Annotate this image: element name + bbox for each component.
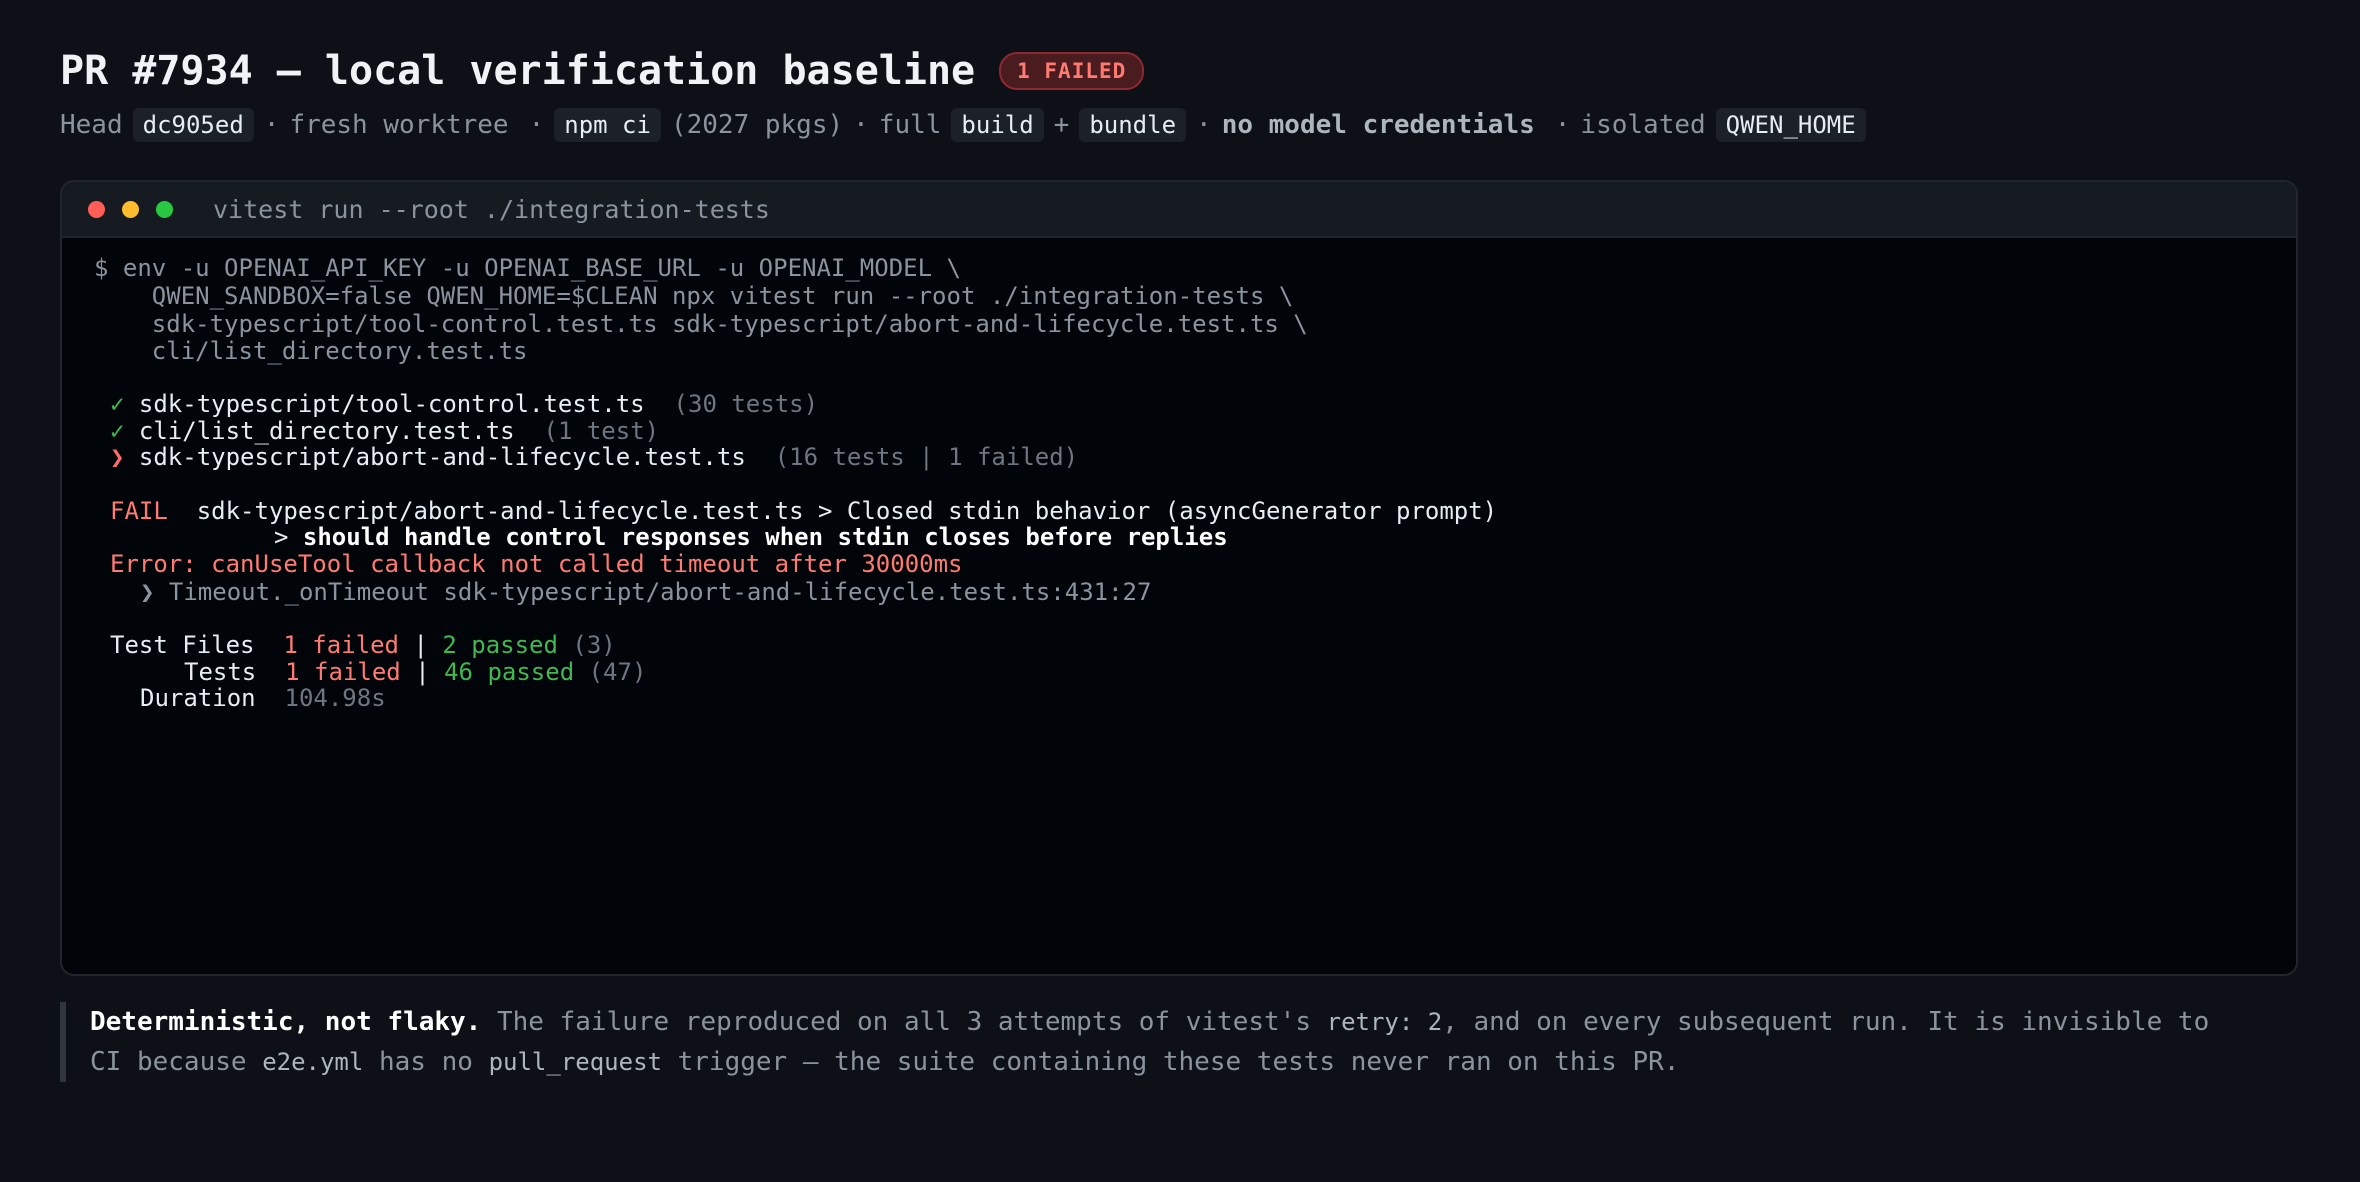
head-label: Head <box>60 110 123 140</box>
test-name: should handle control responses when std… <box>302 523 1228 551</box>
build-code: build <box>951 108 1044 142</box>
separator: · <box>853 110 869 140</box>
head-sha: dc905ed <box>132 108 254 142</box>
result-file: sdk-typescript/tool-control.test.ts <box>138 390 645 418</box>
separator: · <box>528 110 545 140</box>
npm-ci-code: npm ci <box>554 108 661 142</box>
note-callout: Deterministic, not flaky. The failure re… <box>60 1002 2240 1082</box>
maximize-dot-icon[interactable] <box>156 200 173 218</box>
duration-value: 104.98s <box>284 684 386 712</box>
terminal-title: vitest run --root ./integration-tests <box>213 194 770 224</box>
files-separator: | <box>413 631 428 659</box>
note-text: has no <box>363 1047 489 1077</box>
fail-label: FAIL <box>110 497 168 525</box>
note-lead: Deterministic, not flaky. <box>90 1007 482 1037</box>
stack-trace: ❯ Timeout._onTimeout sdk-typescript/abor… <box>140 578 1152 606</box>
separator: · <box>263 110 280 140</box>
page: PR #7934 — local verification baseline 1… <box>0 0 2360 1182</box>
inline-code: pull_request <box>488 1048 662 1076</box>
pkgs-count: (2027 pkgs) <box>670 110 844 140</box>
isolated-text: isolated <box>1580 110 1706 140</box>
full-text: full <box>878 110 942 140</box>
terminal-window: vitest run --root ./integration-tests $ … <box>60 180 2298 976</box>
no-credentials-text: no model credentials <box>1221 110 1535 140</box>
note-text: The failure reproduced on all 3 attempts… <box>481 1007 1327 1037</box>
title-row: PR #7934 — local verification baseline 1… <box>60 48 1145 94</box>
files-label: Test Files <box>110 631 255 659</box>
files-total: (3) <box>572 631 616 659</box>
tests-total: (47) <box>588 658 647 686</box>
tests-passed: 46 passed <box>444 658 575 686</box>
result-count: (30 tests) <box>673 390 819 418</box>
chevron-right-icon: ❯ <box>110 443 125 471</box>
tests-separator: | <box>415 658 430 686</box>
minimize-dot-icon[interactable] <box>122 200 139 218</box>
result-file: sdk-typescript/abort-and-lifecycle.test.… <box>138 443 746 471</box>
inline-code: e2e.yml <box>262 1048 364 1076</box>
separator: · <box>1196 110 1212 140</box>
terminal-titlebar: vitest run --root ./integration-tests <box>62 182 2296 238</box>
terminal-output: $ env -u OPENAI_API_KEY -u OPENAI_BASE_U… <box>62 238 2296 974</box>
files-passed: 2 passed <box>442 631 558 659</box>
files-failed: 1 failed <box>283 631 399 659</box>
command-line: cli/list_directory.test.ts <box>94 337 528 365</box>
meta-row: Head dc905ed · fresh worktree · npm ci (… <box>60 108 1866 142</box>
separator: · <box>1554 110 1571 140</box>
summary-duration: Duration 104.98s <box>140 682 386 714</box>
close-dot-icon[interactable] <box>88 200 105 218</box>
worktree-text: fresh worktree <box>289 110 509 140</box>
plus-text: + <box>1053 110 1070 140</box>
result-row: ❯ sdk-typescript/abort-and-lifecycle.tes… <box>110 441 1078 473</box>
bundle-code: bundle <box>1079 108 1187 142</box>
test-prefix: > <box>274 523 289 551</box>
check-icon: ✓ <box>110 390 125 418</box>
note-text: trigger — the suite containing these tes… <box>661 1047 1680 1077</box>
result-count: (16 tests | 1 failed) <box>774 443 1079 471</box>
qwen-home-code: QWEN_HOME <box>1715 108 1866 142</box>
page-title: PR #7934 — local verification baseline <box>60 48 976 94</box>
inline-code: retry: 2 <box>1326 1008 1443 1036</box>
duration-label: Duration <box>140 684 256 712</box>
status-badge: 1 FAILED <box>999 52 1145 90</box>
